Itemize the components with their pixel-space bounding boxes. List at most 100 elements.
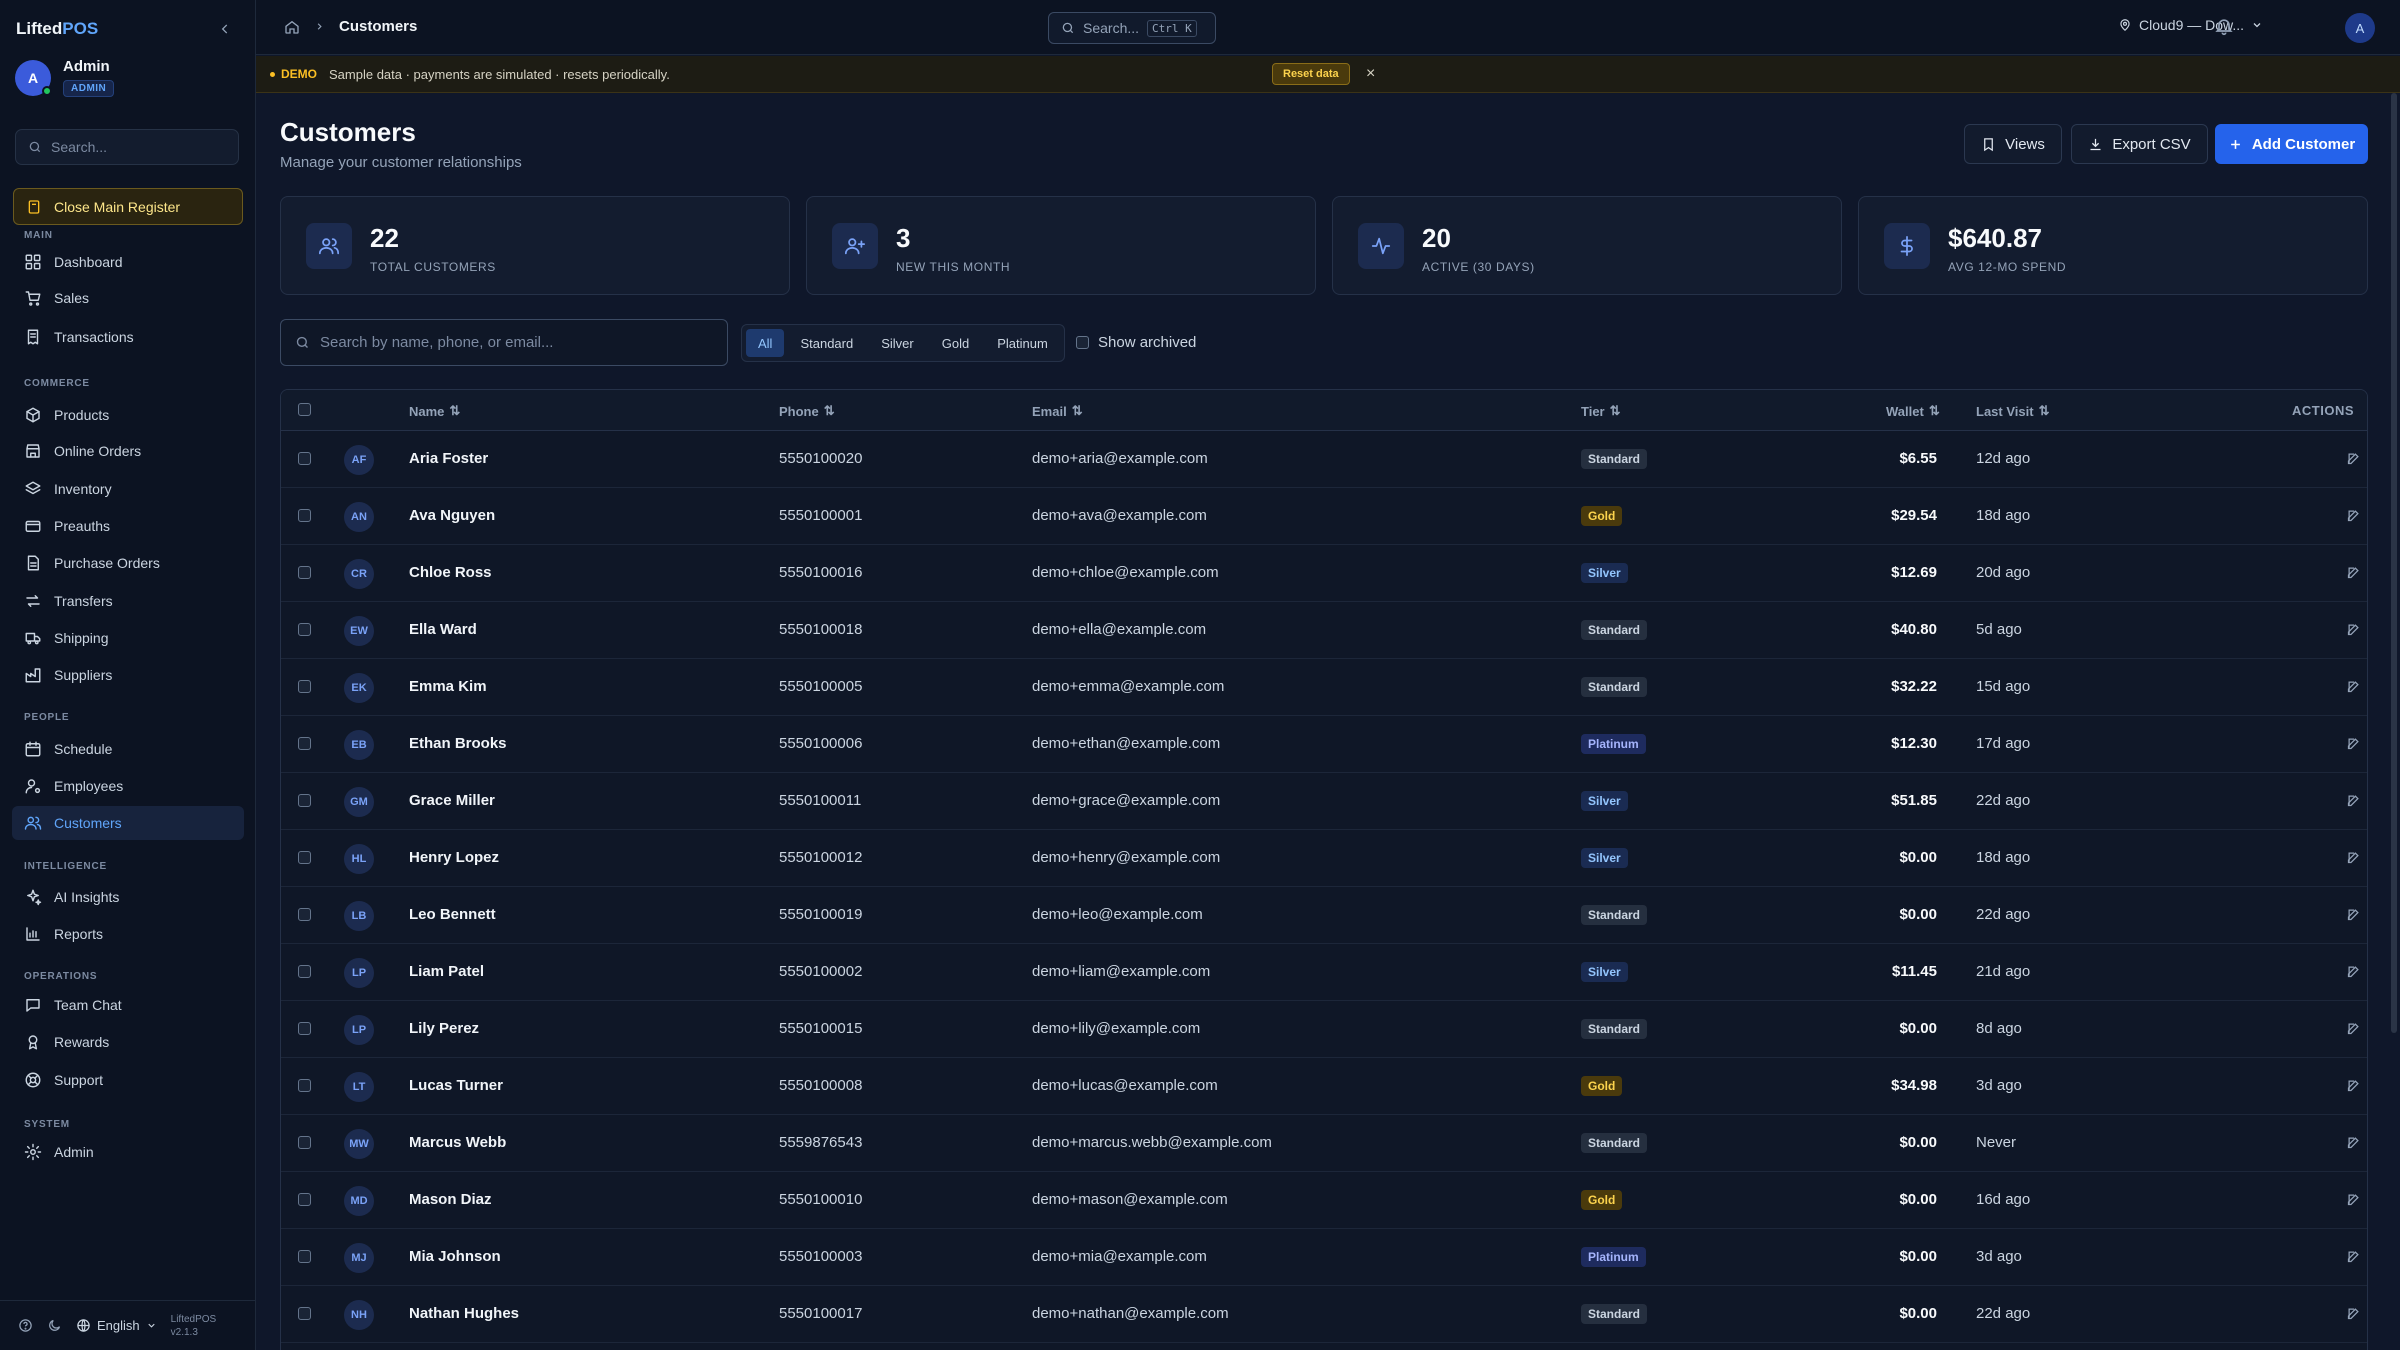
edit-icon[interactable] bbox=[2346, 1306, 2361, 1325]
notifications-bell-icon[interactable] bbox=[2214, 16, 2234, 40]
app-logo[interactable]: LiftedPOS bbox=[16, 19, 98, 39]
table-row[interactable]: MD Mason Diaz 5550100010 demo+mason@example… bbox=[281, 1172, 2367, 1229]
user-avatar-button[interactable]: A bbox=[2345, 13, 2375, 43]
views-button[interactable]: Views bbox=[1964, 124, 2062, 164]
tier-filter-platinum[interactable]: Platinum bbox=[985, 329, 1060, 357]
customer-name[interactable]: Aria Foster bbox=[409, 450, 488, 467]
table-row[interactable]: MJ Mia Johnson 5550100003 demo+mia@example.… bbox=[281, 1229, 2367, 1286]
edit-icon[interactable] bbox=[2346, 964, 2361, 983]
row-checkbox[interactable] bbox=[298, 566, 311, 579]
sidebar-item-dashboard[interactable]: Dashboard bbox=[12, 245, 244, 279]
show-archived-checkbox[interactable] bbox=[1076, 336, 1089, 349]
user-card[interactable]: A Admin ADMIN bbox=[15, 56, 245, 100]
row-checkbox[interactable] bbox=[298, 509, 311, 522]
edit-icon[interactable] bbox=[2346, 451, 2361, 470]
customer-name[interactable]: Emma Kim bbox=[409, 678, 487, 695]
sidebar-search-input[interactable]: Search... bbox=[15, 129, 239, 165]
customer-name[interactable]: Ella Ward bbox=[409, 621, 477, 638]
customer-name[interactable]: Chloe Ross bbox=[409, 564, 492, 581]
sidebar-item-inventory[interactable]: Inventory bbox=[12, 472, 244, 506]
sidebar-item-transfers[interactable]: Transfers bbox=[12, 584, 244, 618]
sidebar-item-customers[interactable]: Customers bbox=[12, 806, 244, 840]
sidebar-item-reports[interactable]: Reports bbox=[12, 917, 244, 951]
sidebar-item-support[interactable]: Support bbox=[12, 1063, 244, 1097]
sidebar-item-employees[interactable]: Employees bbox=[12, 769, 244, 803]
close-banner-icon[interactable]: × bbox=[1366, 65, 1375, 83]
export-csv-button[interactable]: Export CSV bbox=[2071, 124, 2208, 164]
table-row[interactable]: AN Ava Nguyen 5550100001 demo+ava@example.c… bbox=[281, 488, 2367, 545]
sidebar-item-suppliers[interactable]: Suppliers bbox=[12, 658, 244, 692]
edit-icon[interactable] bbox=[2346, 1192, 2361, 1211]
theme-moon-icon[interactable] bbox=[47, 1318, 62, 1333]
column-header-email[interactable]: Email ⇅ bbox=[1032, 403, 1083, 419]
customer-name[interactable]: Lily Perez bbox=[409, 1020, 479, 1037]
sidebar-item-online-orders[interactable]: Online Orders bbox=[12, 434, 244, 468]
table-row[interactable]: LP Lily Perez 5550100015 demo+lily@example.… bbox=[281, 1001, 2367, 1058]
sidebar-item-purchase-orders[interactable]: Purchase Orders bbox=[12, 546, 244, 580]
row-checkbox[interactable] bbox=[298, 1193, 311, 1206]
table-row[interactable]: CR Chloe Ross 5550100016 demo+chloe@example… bbox=[281, 545, 2367, 602]
edit-icon[interactable] bbox=[2346, 1078, 2361, 1097]
edit-icon[interactable] bbox=[2346, 1021, 2361, 1040]
sidebar-item-rewards[interactable]: Rewards bbox=[12, 1025, 244, 1059]
customer-search-input[interactable]: Search by name, phone, or email... bbox=[280, 319, 728, 366]
collapse-sidebar-icon[interactable] bbox=[214, 18, 236, 40]
select-all-checkbox[interactable] bbox=[298, 403, 311, 416]
language-select[interactable]: English bbox=[76, 1318, 157, 1333]
table-row[interactable]: EK Emma Kim 5550100005 demo+emma@example.co… bbox=[281, 659, 2367, 716]
edit-icon[interactable] bbox=[2346, 793, 2361, 812]
column-header-name[interactable]: Name ⇅ bbox=[409, 403, 460, 419]
sidebar-item-preauths[interactable]: Preauths bbox=[12, 509, 244, 543]
close-register-button[interactable]: Close Main Register bbox=[13, 188, 243, 225]
help-icon[interactable] bbox=[18, 1318, 33, 1333]
row-checkbox[interactable] bbox=[298, 737, 311, 750]
table-row[interactable]: EW Ella Ward 5550100018 demo+ella@example.c… bbox=[281, 602, 2367, 659]
table-row[interactable]: EB Ethan Brooks 5550100006 demo+ethan@examp… bbox=[281, 716, 2367, 773]
global-search-button[interactable]: Search... Ctrl K bbox=[1048, 12, 1216, 44]
row-checkbox[interactable] bbox=[298, 1022, 311, 1035]
customer-name[interactable]: Ava Nguyen bbox=[409, 507, 495, 524]
location-select[interactable]: Cloud9 — Dow... bbox=[2118, 17, 2263, 33]
tier-filter-all[interactable]: All bbox=[746, 329, 785, 357]
customer-name[interactable]: Grace Miller bbox=[409, 792, 495, 809]
row-checkbox[interactable] bbox=[298, 680, 311, 693]
table-row[interactable]: LP Liam Patel 5550100002 demo+liam@example.… bbox=[281, 944, 2367, 1001]
column-header-tier[interactable]: Tier ⇅ bbox=[1581, 403, 1621, 419]
sidebar-item-shipping[interactable]: Shipping bbox=[12, 621, 244, 655]
sidebar-item-products[interactable]: Products bbox=[12, 398, 244, 432]
edit-icon[interactable] bbox=[2346, 622, 2361, 641]
table-row[interactable]: LB Leo Bennett 5550100019 demo+leo@example.… bbox=[281, 887, 2367, 944]
home-icon[interactable] bbox=[284, 19, 300, 35]
edit-icon[interactable] bbox=[2346, 907, 2361, 926]
row-checkbox[interactable] bbox=[298, 1250, 311, 1263]
row-checkbox[interactable] bbox=[298, 965, 311, 978]
sidebar-item-transactions[interactable]: Transactions bbox=[12, 320, 244, 354]
edit-icon[interactable] bbox=[2346, 565, 2361, 584]
show-archived-toggle[interactable]: Show archived bbox=[1076, 334, 1196, 351]
table-row[interactable]: AF Aria Foster 5550100020 demo+aria@example… bbox=[281, 431, 2367, 488]
row-checkbox[interactable] bbox=[298, 794, 311, 807]
row-checkbox[interactable] bbox=[298, 1079, 311, 1092]
edit-icon[interactable] bbox=[2346, 1249, 2361, 1268]
edit-icon[interactable] bbox=[2346, 850, 2361, 869]
tier-filter-gold[interactable]: Gold bbox=[930, 329, 981, 357]
sidebar-item-sales[interactable]: Sales bbox=[12, 281, 244, 315]
customer-name[interactable]: Mia Johnson bbox=[409, 1248, 501, 1265]
customer-name[interactable]: Henry Lopez bbox=[409, 849, 499, 866]
edit-icon[interactable] bbox=[2346, 679, 2361, 698]
table-row[interactable]: NH Nathan Hughes 5550100017 demo+nathan@exa… bbox=[281, 1286, 2367, 1343]
column-header-phone[interactable]: Phone ⇅ bbox=[779, 403, 835, 419]
table-row[interactable]: LT Lucas Turner 5550100008 demo+lucas@examp… bbox=[281, 1058, 2367, 1115]
row-checkbox[interactable] bbox=[298, 908, 311, 921]
customer-name[interactable]: Leo Bennett bbox=[409, 906, 496, 923]
customer-name[interactable]: Ethan Brooks bbox=[409, 735, 507, 752]
customer-name[interactable]: Nathan Hughes bbox=[409, 1305, 519, 1322]
reset-data-button[interactable]: Reset data bbox=[1272, 63, 1350, 85]
row-checkbox[interactable] bbox=[298, 623, 311, 636]
page-scrollbar[interactable] bbox=[2391, 93, 2397, 1033]
customer-name[interactable]: Mason Diaz bbox=[409, 1191, 492, 1208]
edit-icon[interactable] bbox=[2346, 508, 2361, 527]
table-row[interactable]: GM Grace Miller 5550100011 demo+grace@examp… bbox=[281, 773, 2367, 830]
add-customer-button[interactable]: Add Customer bbox=[2215, 124, 2368, 164]
sidebar-item-team-chat[interactable]: Team Chat bbox=[12, 988, 244, 1022]
